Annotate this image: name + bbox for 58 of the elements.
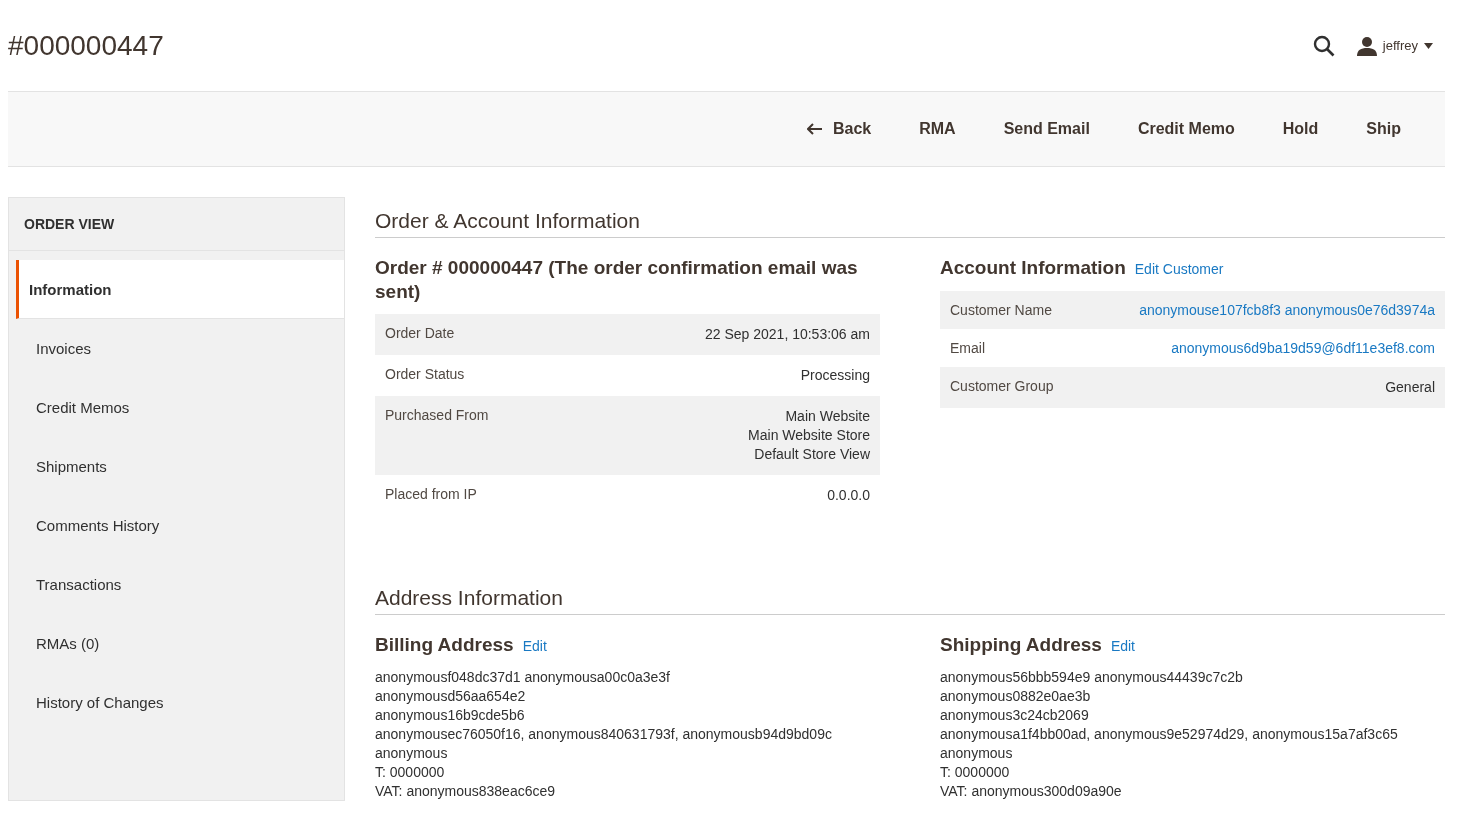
action-button[interactable]: Send Email [979,112,1114,146]
row-label: Customer Name [950,302,1052,318]
address-line: T: 0000000 [940,763,1011,782]
back-button[interactable]: Back [782,112,896,146]
address-line: anonymousa1f4bb00ad, anonymous9e52974d29, anonymous15a7af3c65 [940,725,1399,744]
address-line: anonymous [940,744,1014,763]
action-button[interactable]: RMA [895,112,980,146]
row-value: 22 Sep 2021, 10:53:06 am [704,325,870,344]
address-line: T: 0000000 [375,763,446,782]
row-label: Order Date [385,325,455,343]
address-line: anonymous3c24cb2069 [940,706,1090,725]
address-heading: Billing Address [375,633,514,657]
row-value: General [1385,378,1435,397]
address-line: anonymousec76050f16, anonymous840631793f, anonymousb94d9bd09c [375,725,833,744]
sidebar-item[interactable]: RMAs (0) [16,614,344,673]
address-line: anonymousf048dc37d1 anonymousa00c0a3e3f [375,668,671,687]
sidebar-item[interactable]: Invoices [16,319,344,378]
arrow-left-icon [806,123,823,135]
edit-customer-link[interactable]: Edit Customer [1134,257,1224,281]
row-link[interactable]: anonymouse107fcb8f3 anonymous0e76d3974a [1139,302,1435,318]
user-menu[interactable]: jeffrey [1356,35,1433,56]
address-line: anonymousd56aa654e2 [375,687,527,706]
action-button[interactable]: Hold [1258,112,1343,146]
row-label: Purchased From [385,407,489,425]
page-title: #000000447 [8,29,164,62]
order-heading: Order # 000000447 (The order confirmation email was sent) [375,256,859,304]
action-button[interactable]: Ship [1342,112,1425,146]
row-label: Order Status [385,366,465,384]
sidebar-item[interactable]: History of Changes [16,673,344,732]
search-icon[interactable] [1312,34,1335,57]
sidebar-item[interactable]: Information [16,260,344,319]
address-line: anonymous56bbb594e9 anonymous44439c7c2b [940,668,1244,687]
row-link[interactable]: anonymous6d9ba19d59@6df11e3ef8.com [1171,340,1435,356]
caret-icon [1424,42,1433,49]
address-heading: Shipping Address [940,633,1102,657]
address-line: anonymous [375,744,449,763]
action-button[interactable]: Credit Memo [1113,112,1259,146]
address-line: anonymous0882e0ae3b [940,687,1092,706]
section-title: Address Information [375,586,1445,615]
sidebar-item[interactable]: Transactions [16,555,344,614]
section-title: Order & Account Information [375,209,1445,238]
row-value: Processing [800,366,870,385]
sidebar-item[interactable]: Shipments [16,437,344,496]
address-line: VAT: anonymous838eac6ce9 [375,782,557,801]
row-label: Email [950,340,985,356]
row-value: 0.0.0.0 [827,486,870,505]
edit-link[interactable]: Edit [522,634,547,658]
edit-link[interactable]: Edit [1110,634,1135,658]
address-line: anonymous16b9cde5b6 [375,706,526,725]
sidebar-title: ORDER VIEW [9,198,344,251]
row-value: Main Website Main Website Store Default Store View [748,407,870,464]
sidebar-item[interactable]: Comments History [16,496,344,555]
row-label: Placed from IP [385,486,477,504]
address-line: VAT: anonymous300d09a90e [940,782,1123,801]
sidebar-item[interactable]: Credit Memos [16,378,344,437]
user-icon [1356,35,1377,56]
row-label: Customer Group [950,378,1054,396]
account-heading: Account Information [940,256,1126,280]
